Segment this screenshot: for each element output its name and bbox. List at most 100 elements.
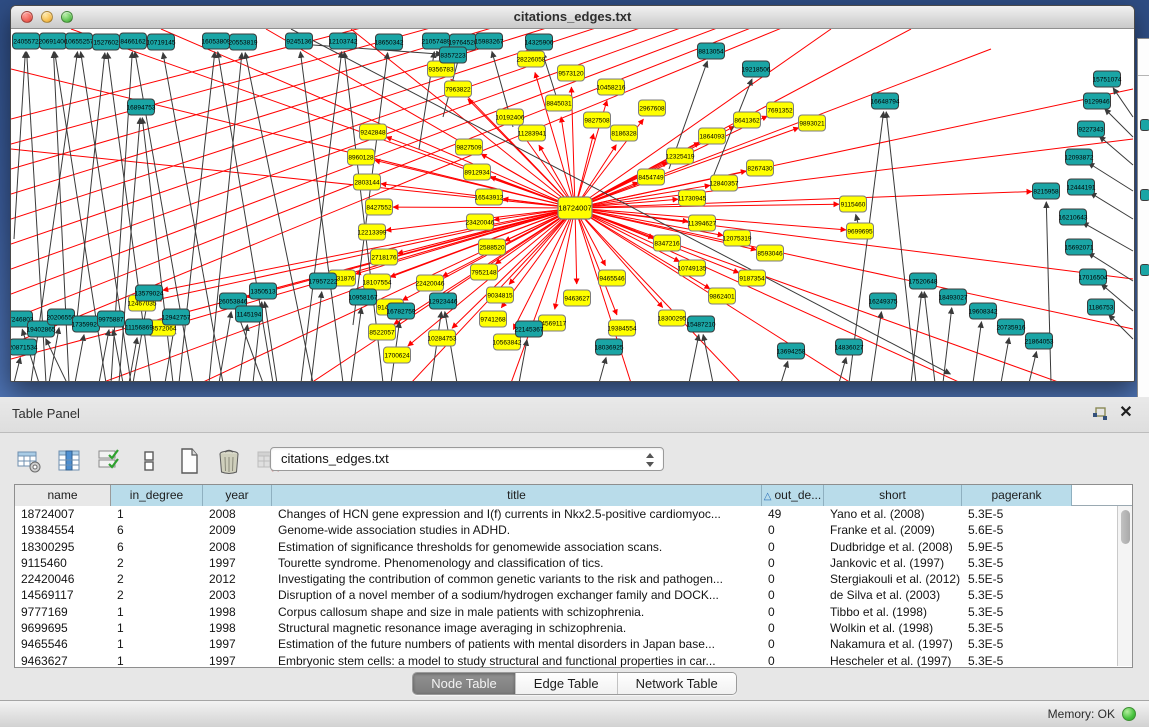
graph-node[interactable]: 20871534 <box>11 339 38 355</box>
graph-node[interactable]: 16249375 <box>869 293 898 309</box>
column-header-year[interactable]: year <box>203 485 272 506</box>
graph-node[interactable]: 17359924 <box>72 316 101 332</box>
graph-node[interactable]: 18036925 <box>595 339 624 355</box>
graph-node[interactable]: 15487210 <box>687 316 716 332</box>
graph-node[interactable]: 14325906 <box>525 34 554 50</box>
table-row[interactable]: 1456911722003Disruption of a novel membe… <box>15 587 1117 603</box>
graph-node[interactable]: 9975887 <box>98 311 125 327</box>
graph-node[interactable]: 22420046 <box>416 275 445 291</box>
graph-node[interactable]: 10284753 <box>428 330 457 346</box>
graph-node[interactable]: 19218506 <box>742 61 771 77</box>
graph-node[interactable]: 11730945 <box>678 190 707 206</box>
graph-node[interactable]: 23420046 <box>466 214 495 230</box>
graph-node[interactable]: 12103742 <box>329 33 358 49</box>
graph-node[interactable]: 9862401 <box>709 288 736 304</box>
column-header-title[interactable]: title <box>272 485 762 506</box>
select-rows-icon[interactable] <box>94 446 124 476</box>
graph-node[interactable]: 12213399 <box>358 224 387 240</box>
table-selector-dropdown[interactable]: citations_edges.txt <box>270 447 664 471</box>
graph-node[interactable]: 9187354 <box>739 270 766 286</box>
graph-node[interactable]: 1186753 <box>1088 299 1115 315</box>
graph-node[interactable]: 16543912 <box>475 189 504 205</box>
graph-node[interactable]: 8347216 <box>654 235 681 251</box>
graph-node[interactable]: 11156869 <box>125 319 153 335</box>
table-row[interactable]: 1872400712008Changes of HCN gene express… <box>15 506 1117 522</box>
float-panel-icon[interactable] <box>1091 405 1109 423</box>
network-view-window[interactable]: citations_edges.txt 92428488960128280314… <box>10 5 1135 382</box>
tab-node-table[interactable]: Node Table <box>413 673 516 694</box>
table-row[interactable]: 1830029562008Estimation of significance … <box>15 539 1117 555</box>
column-header-short[interactable]: short <box>824 485 962 506</box>
graph-node[interactable]: 2405572 <box>13 33 40 49</box>
graph-node[interactable]: 17520648 <box>909 273 938 289</box>
delete-rows-trash-icon[interactable] <box>214 446 244 476</box>
graph-node[interactable]: 18493027 <box>939 289 968 305</box>
table-row[interactable]: 946362711997Embryonic stem cells: a mode… <box>15 653 1117 667</box>
graph-node[interactable]: 8186328 <box>611 125 638 141</box>
graph-node[interactable]: 18300295 <box>658 310 687 326</box>
column-header-name[interactable]: name <box>15 485 111 506</box>
graph-hub-node[interactable]: 18724007 <box>558 197 592 219</box>
table-row[interactable]: 969969511998Structural magnetic resonanc… <box>15 620 1117 636</box>
graph-node[interactable]: 8357223 <box>440 47 467 63</box>
column-header-out_de[interactable]: △out_de... <box>762 485 824 506</box>
show-columns-icon[interactable] <box>54 446 84 476</box>
graph-node[interactable]: 7963822 <box>445 81 472 97</box>
graph-node[interactable]: 9227343 <box>1078 121 1105 137</box>
graph-node[interactable]: 9245136 <box>286 33 313 49</box>
graph-node[interactable]: 15983267 <box>475 33 504 49</box>
graph-node[interactable]: 12942757 <box>162 309 191 325</box>
tab-edge-table[interactable]: Edge Table <box>516 673 618 694</box>
graph-node[interactable]: 8466162 <box>120 33 147 49</box>
graph-node[interactable]: 9115460 <box>840 196 867 212</box>
graph-node[interactable]: 15751074 <box>1093 71 1122 87</box>
graph-node[interactable]: 18107554 <box>363 274 392 290</box>
graph-node[interactable]: 16648794 <box>871 93 900 109</box>
graph-node[interactable]: 12325419 <box>666 148 695 164</box>
graph-node[interactable]: 2967608 <box>639 100 666 116</box>
graph-node[interactable]: 18650342 <box>375 34 404 50</box>
graph-node[interactable]: 8522057 <box>369 324 396 340</box>
graph-node[interactable]: 10958167 <box>349 289 378 305</box>
graph-node[interactable]: 8845031 <box>546 95 573 111</box>
graph-node[interactable]: 7952148 <box>471 264 498 280</box>
graph-node[interactable]: 12444191 <box>1067 179 1096 195</box>
graph-node[interactable]: 2718176 <box>371 249 398 265</box>
graph-node[interactable]: 14836027 <box>835 339 864 355</box>
graph-node[interactable]: 13694258 <box>777 343 806 359</box>
row-height-icon[interactable] <box>134 446 164 476</box>
graph-node[interactable]: 8593046 <box>757 245 784 261</box>
graph-node[interactable]: 16894753 <box>127 99 156 115</box>
table-settings-icon[interactable] <box>14 446 44 476</box>
table-row[interactable]: 911546021997Tourette syndrome. Phenomeno… <box>15 555 1117 571</box>
graph-node[interactable]: 8454749 <box>638 169 665 185</box>
graph-node[interactable]: 8912934 <box>464 164 491 180</box>
graph-node[interactable]: 8960128 <box>348 149 375 165</box>
graph-node[interactable]: 11283941 <box>518 125 547 141</box>
table-row[interactable]: 2242004622012Investigating the contribut… <box>15 571 1117 587</box>
graph-node[interactable]: 16053809 <box>202 33 231 49</box>
graph-node[interactable]: 9893021 <box>799 115 826 131</box>
graph-node[interactable]: 28226058 <box>517 51 546 67</box>
column-header-pagerank[interactable]: pagerank <box>962 485 1072 506</box>
graph-node[interactable]: 1145194 <box>236 306 263 322</box>
graph-node[interactable]: 11394627 <box>688 215 717 231</box>
new-table-icon[interactable] <box>174 446 204 476</box>
graph-node[interactable]: 10749135 <box>678 260 707 276</box>
graph-node[interactable]: 12840357 <box>710 175 739 191</box>
graph-node[interactable]: 16782759 <box>387 303 416 319</box>
table-row[interactable]: 1938455462009Genome-wide association stu… <box>15 522 1117 538</box>
graph-node[interactable]: 9573120 <box>558 65 585 81</box>
graph-node[interactable]: 12923446 <box>429 293 458 309</box>
scrollbar-thumb[interactable] <box>1121 510 1130 544</box>
graph-node[interactable]: 15692071 <box>1065 239 1094 255</box>
graph-node[interactable]: 10719145 <box>147 34 176 50</box>
graph-node[interactable]: 20553819 <box>229 34 258 50</box>
table-vertical-scrollbar[interactable] <box>1117 506 1132 666</box>
graph-node[interactable]: 10458216 <box>597 79 626 95</box>
table-row[interactable]: 977716911998Corpus callosum shape and si… <box>15 604 1117 620</box>
graph-node[interactable]: 9034815 <box>487 287 514 303</box>
graph-node[interactable]: 8641362 <box>734 112 761 128</box>
graph-node[interactable]: 17016504 <box>1079 269 1108 285</box>
tab-network-table[interactable]: Network Table <box>618 673 736 694</box>
